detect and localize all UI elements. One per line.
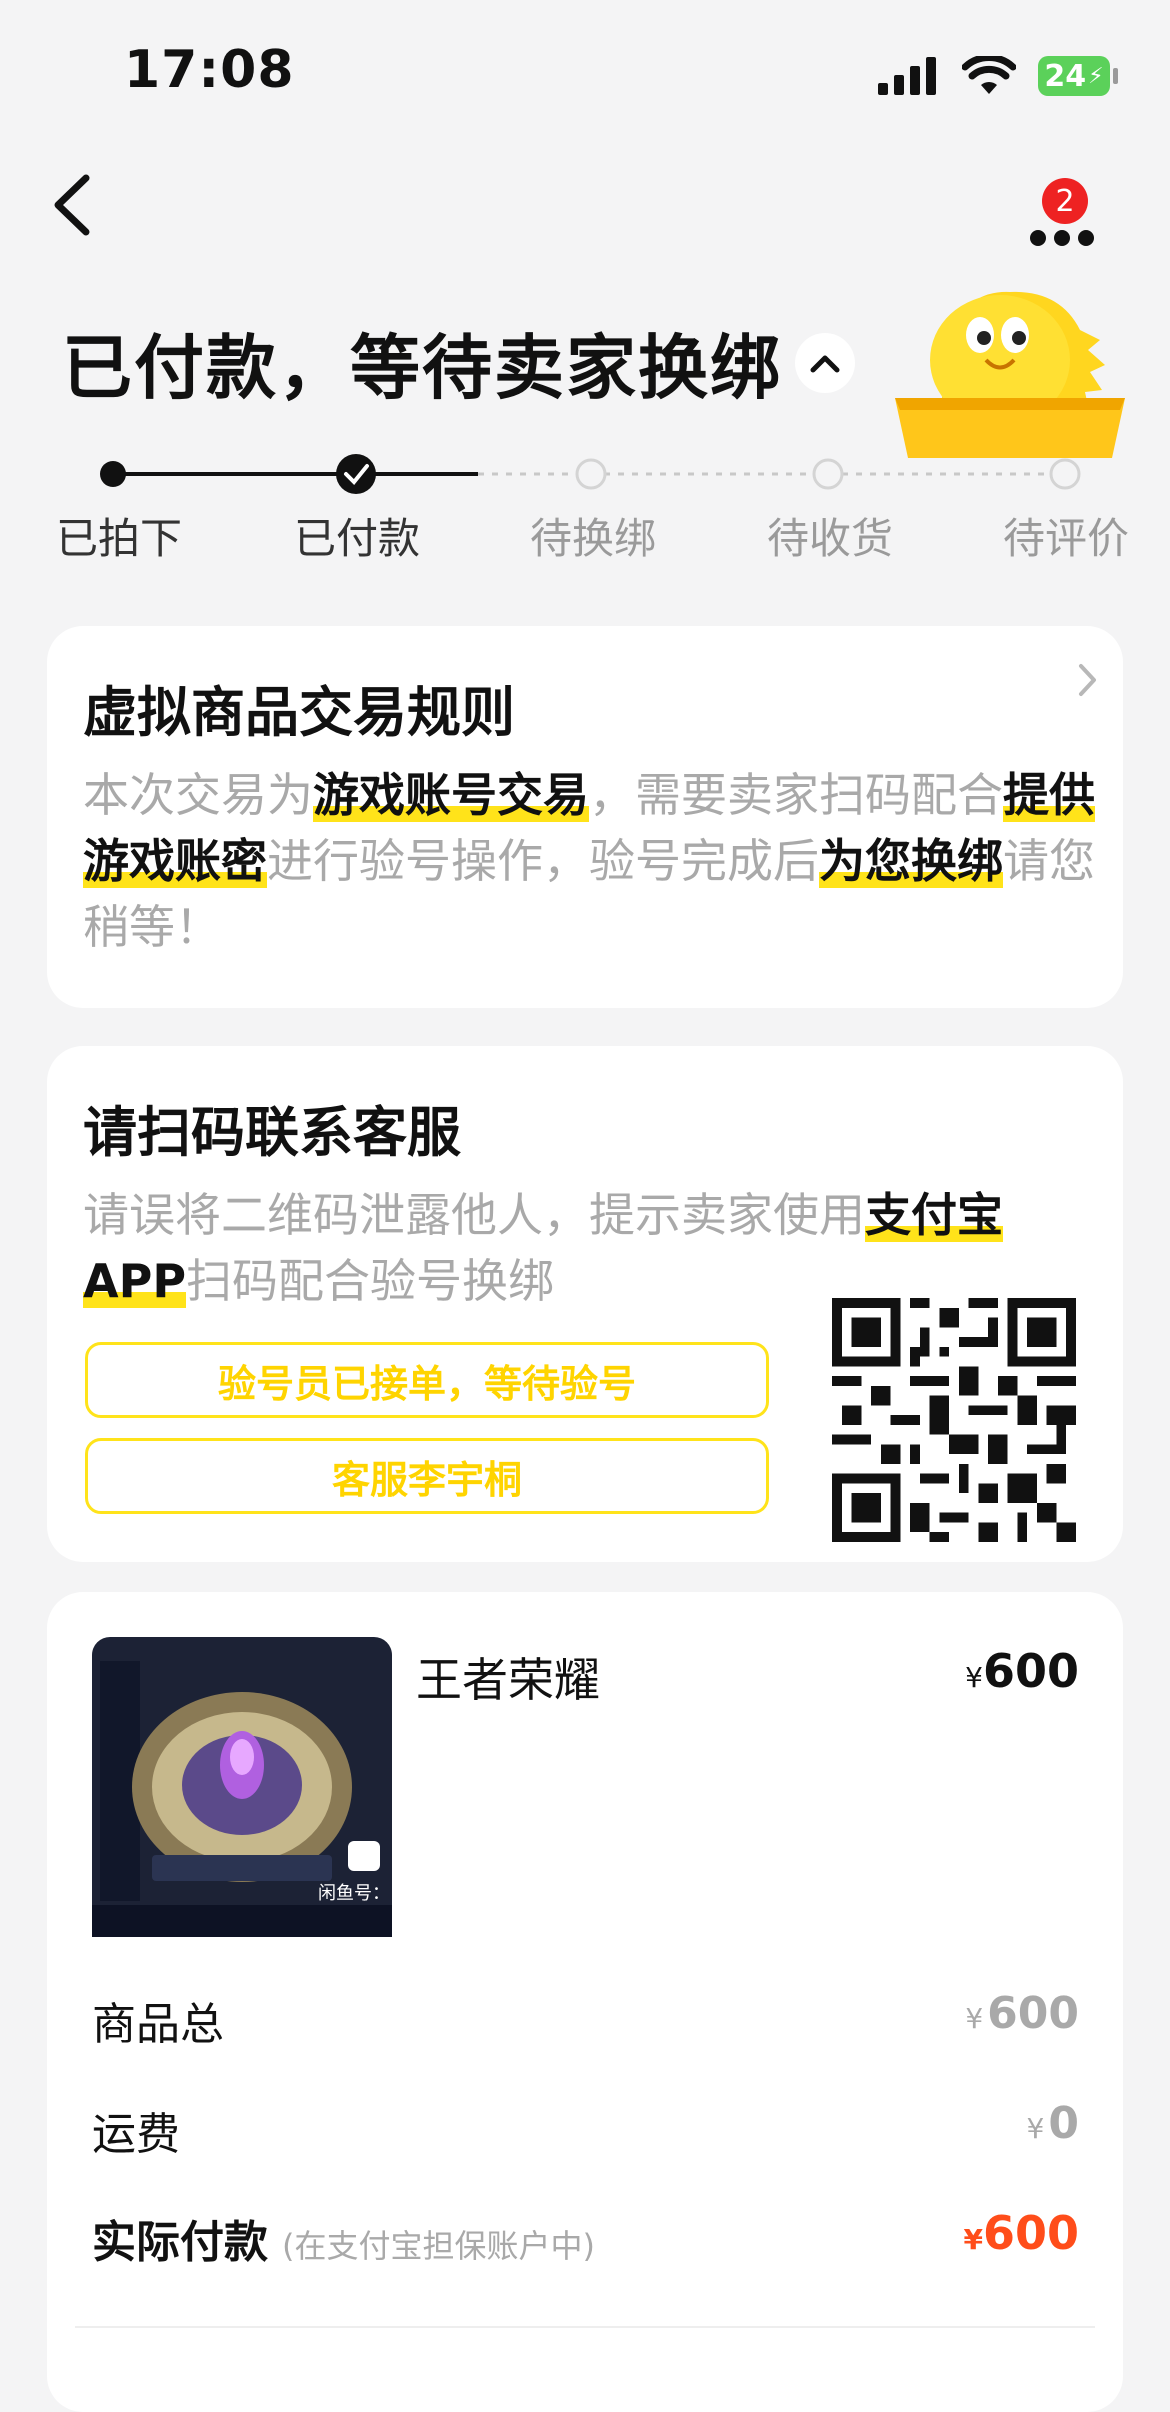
card-title: 虚拟商品交易规则 [83, 681, 515, 744]
divider [75, 2326, 1095, 2328]
step-dot-done [100, 461, 126, 487]
subtotal-label: 商品总 [92, 1999, 224, 2050]
mascot-illustration [895, 291, 1125, 458]
product-price: ¥600 [965, 1644, 1079, 1698]
chevron-right-icon [1079, 664, 1096, 696]
more-dots-icon [1030, 230, 1094, 246]
step-dot-current [336, 454, 376, 494]
highlight-text: 游戏账号交易 [313, 768, 589, 822]
customer-service-card: 请扫码联系客服 请误将二维码泄露他人，提示卖家使用支付宝APP扫码配合验号换绑 … [47, 1046, 1123, 1562]
step-dot-pending [1049, 458, 1081, 490]
rules-text: 本次交易为游戏账号交易，需要卖家扫码配合提供游戏账密进行验号操作，验号完成后为您… [83, 768, 1095, 954]
step-label: 已拍下 [56, 514, 183, 563]
step-label: 待收货 [767, 514, 894, 563]
step-dot-pending [812, 458, 844, 490]
battery-level: 24 [1044, 58, 1087, 94]
status-icons: 24 ⚡ [878, 52, 1118, 100]
status-time: 17:08 [124, 40, 295, 100]
signal-icon [878, 57, 936, 95]
order-summary-card: 闲鱼号： 王者荣耀 ¥600 商品总 ¥600 运费 ¥0 实际付款 (在支付宝… [47, 1592, 1123, 2412]
wifi-icon [962, 56, 1016, 94]
subtotal-value: ¥600 [965, 1988, 1079, 2039]
paid-note: (在支付宝担保账户中) [282, 2227, 595, 2265]
step-label: 待评价 [1003, 514, 1130, 563]
shipping-value: ¥0 [1026, 2098, 1079, 2149]
trade-rules-card[interactable]: 虚拟商品交易规则 本次交易为游戏账号交易，需要卖家扫码配合提供游戏账密进行验号操… [47, 626, 1123, 1008]
step-label: 待换绑 [530, 514, 657, 563]
highlight-text: 为您换绑 [819, 834, 1003, 888]
collapse-button[interactable] [795, 333, 855, 393]
service-instructions: 请误将二维码泄露他人，提示卖家使用支付宝APP扫码配合验号换绑 [83, 1188, 1003, 1308]
more-menu-button[interactable]: 2 [1030, 178, 1100, 250]
shipping-label: 运费 [92, 2109, 180, 2160]
paid-value: ¥600 [963, 2206, 1079, 2260]
verification-status-button[interactable]: 验号员已接单，等待验号 [85, 1342, 769, 1418]
step-dot-pending [575, 458, 607, 490]
page-title: 已付款，等待卖家换绑 [62, 327, 782, 409]
svg-text:闲鱼号：: 闲鱼号： [318, 1883, 390, 1904]
contact-agent-button[interactable]: 客服李宇桐 [85, 1438, 769, 1514]
progress-steps [100, 454, 1081, 494]
battery-icon: 24 ⚡ [1038, 56, 1118, 96]
product-thumbnail[interactable]: 闲鱼号： [92, 1637, 392, 1937]
step-label: 已付款 [294, 514, 421, 563]
paid-label: 实际付款 [92, 2217, 268, 2268]
paid-row: 实际付款 (在支付宝担保账户中) [92, 2206, 595, 2270]
chevron-up-icon [810, 355, 840, 373]
back-arrow-icon[interactable] [48, 170, 108, 240]
qr-code[interactable] [832, 1298, 1076, 1542]
notification-badge: 2 [1042, 178, 1088, 224]
card-title: 请扫码联系客服 [83, 1101, 461, 1164]
product-name: 王者荣耀 [416, 1653, 600, 1707]
